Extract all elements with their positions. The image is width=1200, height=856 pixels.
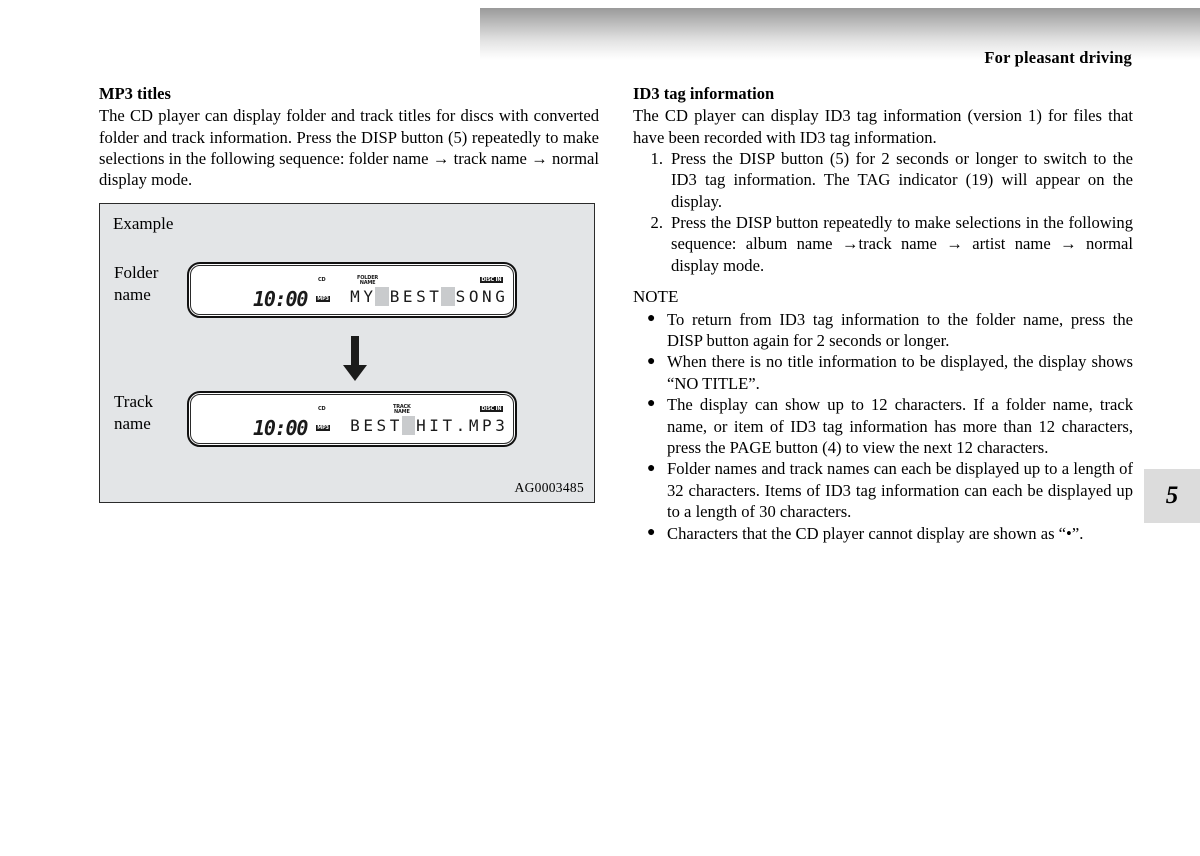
lcd-mp3-indicator: MP3 <box>316 295 331 303</box>
lcd-display-track-name: 10:00 CD MP3 TRACK NAME DISC IN BEST HIT… <box>187 391 517 447</box>
lcd-character-cell: S <box>455 287 467 306</box>
figure-caption-folder-name: Folder name <box>114 262 158 305</box>
chapter-tab: 5 <box>1144 469 1200 523</box>
lcd-character-cell: E <box>402 287 414 306</box>
caption-line-2: name <box>114 284 151 304</box>
bullet-icon: ● <box>647 460 656 476</box>
left-column: MP3 titles The CD player can display fol… <box>99 84 599 191</box>
lcd-cd-indicator: CD <box>318 406 326 412</box>
lcd-screen-area: 10:00 CD MP3 FOLDER NAME DISC IN MY BEST… <box>197 268 507 312</box>
lcd-bevel-left <box>192 396 196 442</box>
bullet-icon: ● <box>647 396 656 412</box>
lcd-title-text-folder: MY BEST SONG <box>349 287 507 306</box>
lcd-bevel-left <box>192 267 196 313</box>
lcd-character-cell: . <box>455 416 467 435</box>
lcd-bevel-right <box>508 267 512 313</box>
id3-tag-heading: ID3 tag information <box>633 84 775 103</box>
caption-line-2: name <box>114 413 151 433</box>
lcd-character-cell: O <box>468 287 480 306</box>
caption-line-1: Folder <box>114 263 159 282</box>
lcd-character-cell: S <box>376 416 388 435</box>
lcd-bevel-right <box>508 396 512 442</box>
note-list-item: ● Folder names and track names can each b… <box>647 459 1133 522</box>
figure-id-label: AG0003485 <box>514 480 584 495</box>
caption-line-1: Track <box>114 392 154 411</box>
id3-tag-intro-paragraph: The CD player can display ID3 tag inform… <box>633 106 1133 147</box>
lcd-character-cell: M <box>350 287 362 306</box>
mp3-titles-heading: MP3 titles <box>99 84 171 103</box>
note-list-item: ● To return from ID3 tag information to t… <box>647 309 1133 351</box>
lcd-character-cell: Y <box>363 287 375 306</box>
lcd-character-cell: T <box>442 416 454 435</box>
bullet-icon: ● <box>647 353 656 369</box>
figure-caption-track-name: Track name <box>114 391 153 434</box>
lcd-title-text-track: BEST HIT.MP3 <box>349 416 507 435</box>
lcd-character-cell: T <box>429 287 441 306</box>
mode-indicator-line-2: NAME <box>394 409 410 416</box>
lcd-character-cell: B <box>350 416 362 435</box>
lcd-screen-area: 10:00 CD MP3 TRACK NAME DISC IN BEST HIT… <box>197 397 507 441</box>
lcd-disc-in-indicator: DISC IN <box>479 276 503 284</box>
lcd-cd-indicator: CD <box>318 277 326 283</box>
note-list-item: ● Characters that the CD player cannot di… <box>647 523 1084 543</box>
lcd-time-readout: 10:00 <box>253 416 308 440</box>
lcd-mode-indicator-track-name: TRACK NAME <box>393 404 411 416</box>
mode-indicator-line-2: NAME <box>359 280 376 287</box>
id3-numbered-list: Press the DISP button (5) for 2 seconds … <box>633 148 1133 276</box>
page-header-title: For pleasant driving <box>984 48 1132 67</box>
lcd-display-folder-name: 10:00 CD MP3 FOLDER NAME DISC IN MY BEST… <box>187 262 517 318</box>
bullet-icon: ● <box>647 524 656 540</box>
lcd-time-readout: 10:00 <box>253 287 308 311</box>
note-list-item: ● When there is no title information to b… <box>647 352 1133 393</box>
example-figure-box: Example Folder name 10:00 CD MP3 FOLDER … <box>99 203 595 503</box>
lcd-character-cell: H <box>416 416 427 435</box>
lcd-character-cell: I <box>429 416 441 435</box>
lcd-mode-indicator-folder-name: FOLDER NAME <box>357 275 378 287</box>
note-bullet-list: ● To return from ID3 tag information to t… <box>633 309 1133 544</box>
lcd-character-cell: S <box>416 287 427 306</box>
bullet-icon: ● <box>647 310 656 326</box>
lcd-character-cell: T <box>389 416 401 435</box>
lcd-character-cell <box>441 287 455 306</box>
example-label: Example <box>113 214 174 233</box>
lcd-character-cell: P <box>482 416 493 435</box>
numbered-list-item: Press the DISP button repeatedly to make… <box>647 212 1133 275</box>
lcd-character-cell: G <box>495 287 507 306</box>
mp3-titles-paragraph: The CD player can display folder and tra… <box>99 106 599 190</box>
lcd-character-cell: M <box>468 416 480 435</box>
down-arrow-icon <box>343 336 367 381</box>
numbered-list-item: Press the DISP button (5) for 2 seconds … <box>647 148 1133 211</box>
note-heading: NOTE <box>633 287 679 307</box>
right-column: ID3 tag information The CD player can di… <box>633 84 1133 544</box>
lcd-character-cell: B <box>389 287 401 306</box>
lcd-character-cell: E <box>363 416 375 435</box>
lcd-mp3-indicator: MP3 <box>316 424 331 432</box>
chapter-number: 5 <box>1165 482 1179 509</box>
lcd-character-cell <box>375 287 389 306</box>
lcd-character-cell <box>401 416 415 435</box>
note-list-item: ● The display can show up to 12 character… <box>647 395 1133 457</box>
lcd-character-cell: 3 <box>495 416 507 435</box>
lcd-disc-in-indicator: DISC IN <box>479 405 503 413</box>
lcd-character-cell: N <box>482 287 493 306</box>
